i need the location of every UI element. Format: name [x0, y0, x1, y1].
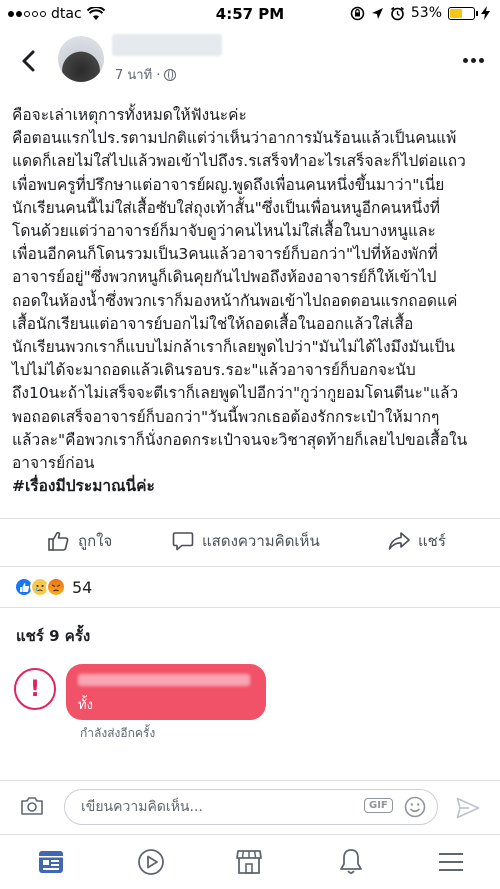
author-name-redacted[interactable]: [112, 34, 222, 56]
like-label: ถูกใจ: [78, 532, 113, 550]
reaction-count: 54: [72, 577, 93, 597]
menu-hamburger-icon[interactable]: [436, 847, 466, 877]
back-arrow-icon[interactable]: [16, 48, 42, 74]
rotation-lock-icon: [350, 6, 365, 20]
status-bar: dtac 4:57 PM 53%: [0, 0, 500, 28]
charging-bolt-icon: [481, 6, 490, 20]
error-glyph: !: [29, 676, 41, 702]
hashtag-link[interactable]: #เรื่องมีประมาณนี่ค่ะ: [12, 475, 492, 498]
post-line: คือจะเล่าเหตุการทั้งหมดให้ฟังนะค่ะ: [12, 106, 247, 124]
post-line: เพื่อพบครูที่ปรึกษาแต่อาจารย์ผญ.พูดถึงเพ…: [12, 175, 445, 194]
battery-icon: [448, 6, 478, 20]
post-line: เพื่อนอีกคนก็โดนรวมเป็น3คนแล้วอาจารย์ก็บ…: [12, 245, 438, 264]
comment-composer: GIF: [0, 780, 500, 832]
post-line: นักเรียนพวกเราก็แบบไม่กล้าเราก็เลยพูดไปว…: [12, 338, 455, 357]
thumbs-up-icon: [48, 531, 69, 551]
gif-button[interactable]: GIF: [364, 798, 393, 813]
post-line: ถอดในห้องน้ำซึ่งพวกเราก็มองหน้ากันพอเข้า…: [12, 291, 458, 310]
post-line: อาจารย์อยู่"ซึ่งพวกหนูก็เดินคุยกันไปพอถึ…: [12, 268, 437, 287]
watch-tab-icon[interactable]: [136, 847, 166, 877]
alarm-clock-icon: [390, 6, 404, 20]
post-line: อาจารย์ก่อน: [12, 454, 95, 473]
post-line: นักเรียนคนนี้ไม่ใส่เสื้อซับใส่ถุงเท้าสั้…: [12, 198, 441, 217]
post-line: พอถอดเสร็จอาจารย์ก็บอกว่า"วันนี้พวกเธอต้…: [12, 407, 440, 426]
bottom-tab-bar: [0, 834, 500, 889]
post-header: 7 นาที ·: [0, 28, 500, 96]
location-arrow-icon: [371, 7, 383, 19]
angry-reaction-icon: [46, 577, 66, 597]
globe-icon: [164, 68, 177, 81]
post-line: เสื้อนักเรียนแต่อาจารย์บอกไม่ใช่ให้ถอดเส…: [12, 314, 414, 333]
camera-icon[interactable]: [20, 796, 44, 816]
post-line: คือตอนแรกไปร.รตามปกติแต่ว่าเห็นว่าอาการม…: [12, 129, 457, 148]
comment-bubble[interactable]: ทั้ง: [66, 664, 266, 720]
marketplace-tab-icon[interactable]: [234, 847, 264, 877]
timestamp-text: 7 นาที ·: [115, 68, 161, 83]
comment-button[interactable]: แสดงความคิดเห็น: [172, 529, 320, 553]
more-options-icon[interactable]: [463, 58, 484, 63]
comment-text: ทั้ง: [78, 698, 93, 713]
reactions-summary[interactable]: 54: [0, 566, 500, 608]
post-action-bar: ถูกใจ แสดงความคิดเห็น แชร์: [0, 518, 500, 560]
battery-percent: 53%: [410, 5, 442, 21]
comment-error-icon[interactable]: !: [14, 668, 56, 710]
post-timestamp: 7 นาที ·: [115, 64, 177, 85]
status-right: 53%: [350, 5, 490, 21]
send-icon[interactable]: [456, 797, 480, 819]
post-body: คือจะเล่าเหตุการทั้งหมดให้ฟังนะค่ะ คือตอ…: [12, 104, 492, 498]
share-label: แชร์: [418, 532, 446, 550]
post-line: ถึง10นะถ้าไม่เสร็จจะตีเราก็เลยพูดไปอีกว่…: [12, 384, 459, 403]
post-line: โดนด้วยแต่ว่าอาจารย์ก็มาจับดูว่าคนไหนไม่…: [12, 222, 436, 241]
share-arrow-icon: [388, 532, 410, 550]
share-button[interactable]: แชร์: [388, 529, 446, 553]
post-line: แดดก็เลยไม่ใส่ไปแล้วพอเข้าไปถึงร.รเสร็จท…: [12, 152, 466, 171]
comment-bubble-icon: [172, 532, 194, 551]
emoji-icon[interactable]: [404, 796, 426, 818]
comment-label: แสดงความคิดเห็น: [202, 532, 320, 550]
notifications-bell-icon[interactable]: [336, 847, 366, 877]
post-line: ไปไม่ได้จะมาถอดแล้วเดินรอบร.รอะ"แล้วอาจา…: [12, 361, 416, 380]
news-feed-tab-icon[interactable]: [36, 847, 66, 877]
comment-status: กำลังส่งอีกครั้ง: [80, 726, 156, 740]
commenter-name-redacted: [78, 674, 250, 686]
post-line: แล้วละ"คือพวกเราก็นั่งกอดกระเป๋าจนจะวิชา…: [12, 430, 468, 449]
author-avatar[interactable]: [58, 36, 104, 82]
share-count[interactable]: แชร์ 9 ครั้ง: [16, 624, 90, 648]
like-button[interactable]: ถูกใจ: [48, 529, 112, 553]
